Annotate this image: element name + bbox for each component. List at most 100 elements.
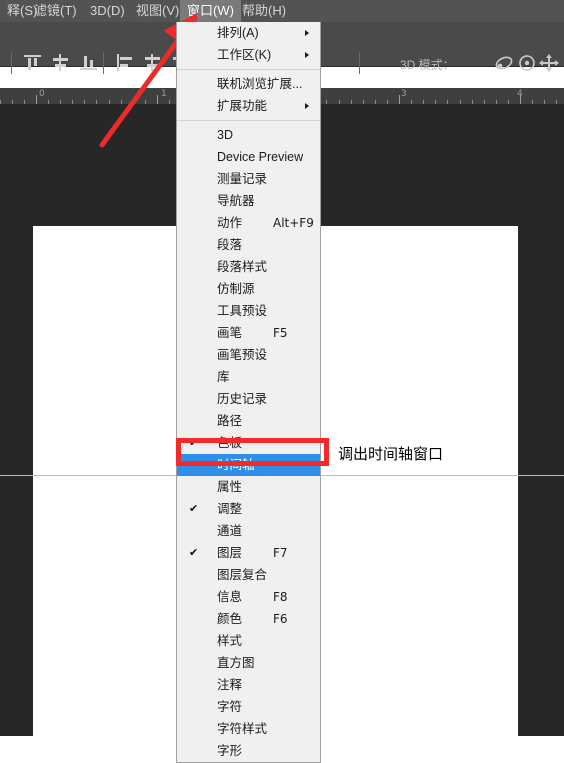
menu-item-label: 库 — [217, 370, 230, 384]
align-horizontal-centers-icon[interactable] — [143, 53, 162, 72]
ruler-tick — [157, 95, 158, 104]
menu-item-brush-presets[interactable]: 画笔预设 — [177, 344, 320, 366]
menu-item-paragraph-styles[interactable]: 段落样式 — [177, 256, 320, 278]
menu-item-label: 直方图 — [217, 656, 255, 670]
menu-item-paths[interactable]: 路径 — [177, 410, 320, 432]
menu-item-properties[interactable]: 属性 — [177, 476, 320, 498]
menu-item-layers[interactable]: ✔ 图层 F7 — [177, 542, 320, 564]
menu-item-paragraph[interactable]: 段落 — [177, 234, 320, 256]
menu-item-label: 动作 — [217, 216, 243, 230]
menu-item-browse-extensions-online[interactable]: 联机浏览扩展... — [177, 73, 320, 95]
ruler-tick — [36, 95, 37, 104]
menu-item-label: 历史记录 — [217, 392, 268, 406]
menu-item-layer-comps[interactable]: 图层复合 — [177, 564, 320, 586]
toolbar-separator — [11, 52, 12, 74]
menu-item-channels[interactable]: 通道 — [177, 520, 320, 542]
menubar-item-filter[interactable]: 滤镜(T) — [27, 0, 84, 22]
menu-item-label: 排列(A) — [217, 26, 259, 40]
menu-item-brush[interactable]: 画笔 F5 — [177, 322, 320, 344]
menu-item-clone-source[interactable]: 仿制源 — [177, 278, 320, 300]
timeline-highlight-box — [176, 438, 329, 466]
menu-item-label: 字符 — [217, 700, 243, 714]
ruler-label: 1 — [161, 89, 167, 99]
toolbar-separator — [359, 52, 360, 74]
menu-item-info[interactable]: 信息 F8 — [177, 586, 320, 608]
menu-item-shortcut: F5 — [273, 326, 288, 340]
menu-separator — [177, 120, 320, 121]
menu-item-label: 通道 — [217, 524, 243, 538]
align-top-edges-icon[interactable] — [23, 53, 42, 72]
menu-separator — [177, 69, 320, 70]
menu-item-histogram[interactable]: 直方图 — [177, 652, 320, 674]
menu-item-extensions[interactable]: 扩展功能 — [177, 95, 320, 117]
menu-item-styles[interactable]: 样式 — [177, 630, 320, 652]
menu-item-label: 颜色 — [217, 612, 243, 626]
menu-item-label: Device Preview — [217, 150, 304, 164]
menu-bar: 释(S) 滤镜(T) 3D(D) 视图(V) 窗口(W) 帮助(H) — [0, 0, 564, 22]
pan-3d-object-icon[interactable] — [538, 53, 560, 73]
menu-item-workspace[interactable]: 工作区(K) — [177, 44, 320, 66]
rotate-3d-object-icon[interactable] — [494, 53, 516, 73]
menu-item-adjustments[interactable]: ✔ 调整 — [177, 498, 320, 520]
menu-item-label: 字形 — [217, 744, 243, 758]
menu-item-arrange[interactable]: 排列(A) — [177, 22, 320, 44]
photoshop-window: 释(S) 滤镜(T) 3D(D) 视图(V) 窗口(W) 帮助(H) 3D 模式： 0 1 3… — [0, 0, 564, 763]
menu-item-label: 联机浏览扩展... — [217, 77, 303, 91]
menu-item-label: 注释 — [217, 678, 243, 692]
checkmark-icon: ✔ — [189, 503, 199, 515]
menu-item-character-styles[interactable]: 字符样式 — [177, 718, 320, 740]
menu-item-label: 路径 — [217, 414, 243, 428]
3d-mode-label: 3D 模式： — [400, 58, 455, 72]
align-vertical-centers-icon[interactable] — [51, 53, 70, 72]
menu-item-character[interactable]: 字符 — [177, 696, 320, 718]
ruler-tick — [399, 95, 400, 104]
menu-item-color[interactable]: 颜色 F6 — [177, 608, 320, 630]
submenu-arrow-icon — [305, 30, 309, 36]
menu-item-3d[interactable]: 3D — [177, 124, 320, 146]
align-left-edges-icon[interactable] — [115, 53, 134, 72]
menu-item-label: 调整 — [217, 502, 243, 516]
menu-item-label: 画笔预设 — [217, 348, 268, 362]
submenu-arrow-icon — [305, 103, 309, 109]
menu-item-label: 图层复合 — [217, 568, 268, 582]
toolbar-separator — [103, 52, 104, 74]
menubar-item-help[interactable]: 帮助(H) — [235, 0, 293, 22]
menu-item-shortcut: F6 — [273, 612, 288, 626]
roll-3d-object-icon[interactable] — [516, 53, 538, 73]
menubar-item-3d[interactable]: 3D(D) — [83, 0, 132, 22]
menu-item-label: 导航器 — [217, 194, 255, 208]
menu-item-glyphs[interactable]: 字形 — [177, 740, 320, 762]
checkmark-icon: ✔ — [189, 547, 199, 559]
menu-item-measurement-log[interactable]: 测量记录 — [177, 168, 320, 190]
menu-item-actions[interactable]: 动作 Alt+F9 — [177, 212, 320, 234]
menu-item-notes[interactable]: 注释 — [177, 674, 320, 696]
menu-item-label: 测量记录 — [217, 172, 268, 186]
menu-item-label: 段落 — [217, 238, 243, 252]
menu-item-label: 样式 — [217, 634, 243, 648]
menu-item-label: 信息 — [217, 590, 243, 604]
menu-item-tool-presets[interactable]: 工具预设 — [177, 300, 320, 322]
menu-item-label: 段落样式 — [217, 260, 268, 274]
ruler-label: 4 — [517, 89, 523, 99]
menu-item-libraries[interactable]: 库 — [177, 366, 320, 388]
annotation-note: 调出时间轴窗口 — [338, 446, 444, 463]
menu-item-shortcut: F8 — [273, 590, 288, 604]
menubar-item-window[interactable]: 窗口(W) — [180, 0, 241, 22]
menu-item-label: 字符样式 — [217, 722, 268, 736]
submenu-arrow-icon — [305, 52, 309, 58]
align-bottom-edges-icon[interactable] — [79, 53, 98, 72]
menu-item-navigator[interactable]: 导航器 — [177, 190, 320, 212]
menu-item-label: 3D — [217, 128, 233, 142]
menu-item-label: 属性 — [217, 480, 243, 494]
window-menu-dropdown[interactable]: 排列(A) 工作区(K) 联机浏览扩展... 扩展功能 3D Device Preview… — [176, 22, 321, 763]
menubar-item-view[interactable]: 视图(V) — [129, 0, 186, 22]
menu-item-label: 图层 — [217, 546, 243, 560]
menu-item-label: 扩展功能 — [217, 99, 268, 113]
menu-item-label: 仿制源 — [217, 282, 255, 296]
menu-item-history[interactable]: 历史记录 — [177, 388, 320, 410]
menu-item-shortcut: Alt+F9 — [273, 216, 314, 230]
menu-item-device-preview[interactable]: Device Preview — [177, 146, 320, 168]
ruler-label: 0 — [39, 89, 45, 99]
menu-item-shortcut: F7 — [273, 546, 288, 560]
ruler-label: 3 — [401, 89, 407, 99]
